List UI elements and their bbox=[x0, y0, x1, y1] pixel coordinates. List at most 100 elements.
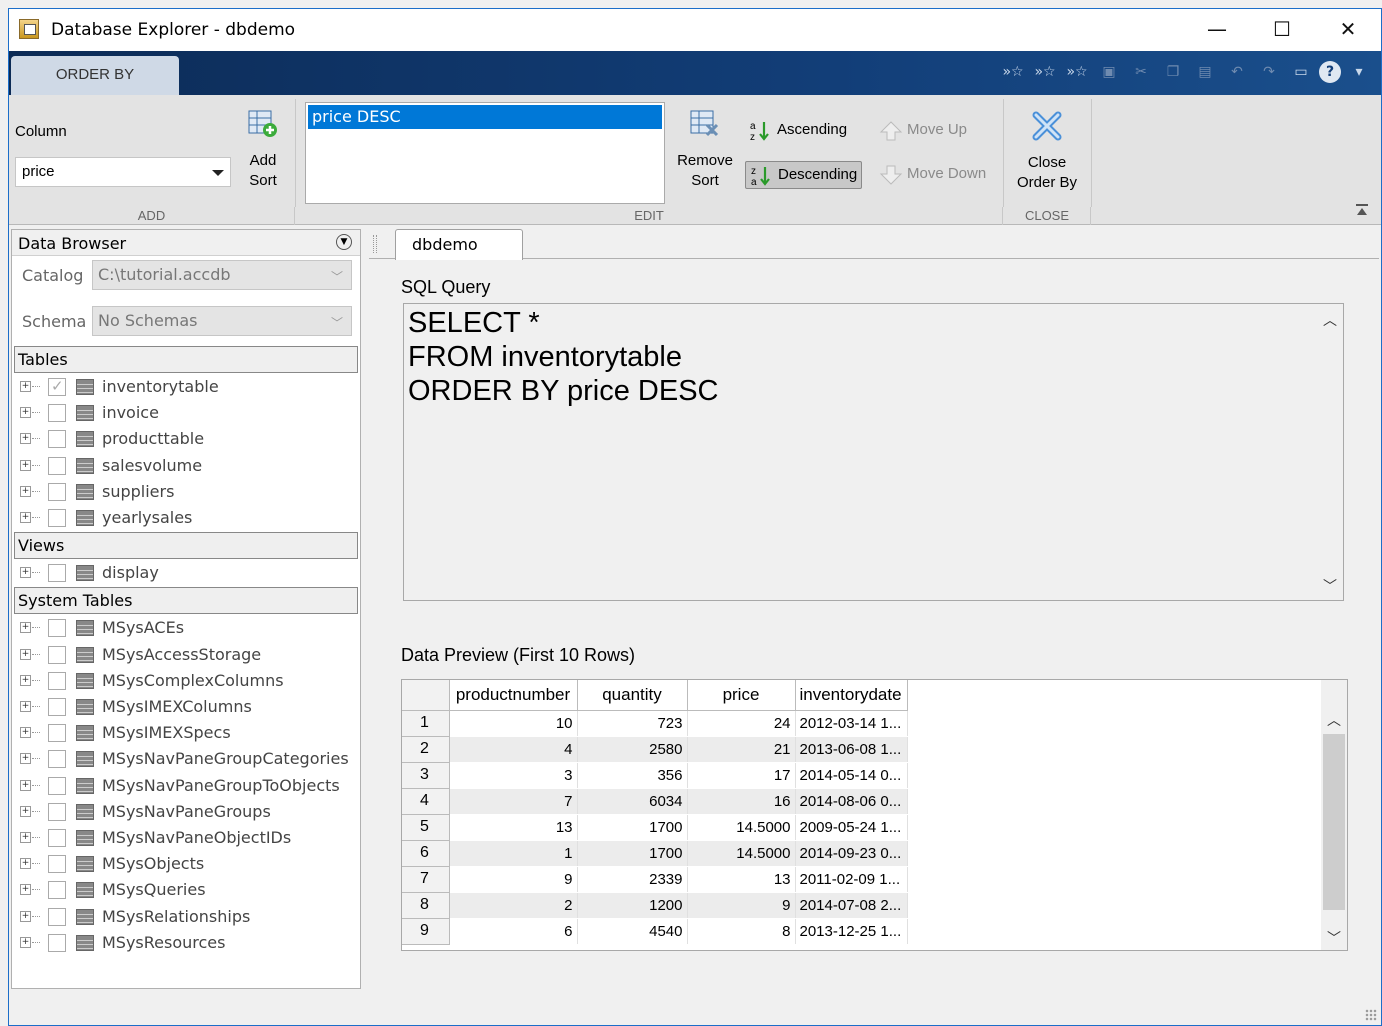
table-cell[interactable]: 356 bbox=[577, 762, 688, 789]
checkbox[interactable] bbox=[48, 430, 66, 449]
expand-plus-icon[interactable]: + bbox=[20, 701, 31, 712]
maximize-button[interactable]: ☐ bbox=[1249, 9, 1315, 51]
checkbox[interactable] bbox=[48, 377, 66, 396]
checkbox[interactable] bbox=[48, 619, 66, 638]
table-cell[interactable]: 9 bbox=[449, 866, 578, 893]
cut-icon[interactable]: ✂ bbox=[1127, 58, 1155, 86]
table-cell[interactable]: 2013-12-25 1... bbox=[795, 918, 908, 945]
table-cell[interactable]: 1200 bbox=[577, 892, 688, 919]
checkbox[interactable] bbox=[48, 671, 66, 690]
checkbox[interactable] bbox=[48, 698, 66, 716]
table-cell[interactable]: 2014-09-23 0... bbox=[795, 840, 908, 867]
tab-dbdemo[interactable]: dbdemo bbox=[395, 229, 523, 260]
table-cell[interactable]: 14.5000 bbox=[687, 840, 796, 867]
expand-plus-icon[interactable]: + bbox=[20, 567, 31, 579]
resize-grip-icon[interactable] bbox=[1365, 1009, 1377, 1021]
expand-plus-icon[interactable]: + bbox=[20, 832, 31, 843]
scroll-up-icon[interactable]: ︿ bbox=[1327, 710, 1341, 730]
table-row[interactable]: 7 9 2339 13 2011-02-09 1... bbox=[402, 866, 908, 893]
table-row[interactable]: 4 7 6034 16 2014-08-06 0... bbox=[402, 788, 908, 815]
expand-plus-icon[interactable]: + bbox=[20, 485, 31, 497]
table-cell[interactable]: 2 bbox=[449, 892, 578, 919]
table-cell[interactable]: 4 bbox=[449, 736, 578, 763]
expand-plus-icon[interactable]: + bbox=[20, 858, 31, 870]
drag-grip-icon[interactable] bbox=[373, 235, 377, 253]
tree-group-header[interactable]: System Tables bbox=[14, 587, 358, 615]
expand-plus-icon[interactable]: + bbox=[20, 407, 31, 419]
tab-order-by[interactable]: ORDER BY bbox=[11, 56, 179, 95]
checkbox[interactable] bbox=[48, 802, 66, 821]
table-cell[interactable]: 2009-05-24 1... bbox=[795, 814, 908, 841]
table-row[interactable]: 9 6 4540 8 2013-12-25 1... bbox=[402, 918, 908, 945]
checkbox[interactable] bbox=[48, 907, 66, 926]
expand-plus-icon[interactable]: + bbox=[20, 381, 31, 392]
close-window-button[interactable]: ✕ bbox=[1315, 9, 1381, 51]
table-cell[interactable]: 10 bbox=[449, 710, 578, 737]
column-header[interactable]: price bbox=[687, 680, 796, 711]
vertical-scrollbar[interactable]: ︿ ﹀ bbox=[1321, 680, 1347, 950]
sort-list[interactable]: price DESC bbox=[305, 102, 665, 204]
checkbox[interactable] bbox=[48, 564, 66, 583]
table-row[interactable]: 2 4 2580 21 2013-06-08 1... bbox=[402, 736, 908, 763]
scroll-down-icon[interactable]: ﹀ bbox=[1327, 928, 1341, 948]
table-cell[interactable]: 2014-08-06 0... bbox=[795, 788, 908, 815]
scrollbar-thumb[interactable] bbox=[1323, 734, 1345, 910]
checkbox[interactable] bbox=[48, 482, 66, 501]
checkbox[interactable] bbox=[48, 509, 66, 527]
checkbox[interactable] bbox=[48, 456, 66, 475]
tree-group-header[interactable]: Tables bbox=[14, 346, 358, 373]
column-header[interactable]: productnumber bbox=[449, 680, 578, 711]
table-cell[interactable]: 8 bbox=[687, 918, 796, 945]
sql-query-box[interactable]: SELECT * FROM inventorytable ORDER BY pr… bbox=[403, 303, 1344, 601]
table-cell[interactable]: 1700 bbox=[577, 814, 688, 841]
checkbox[interactable] bbox=[48, 855, 66, 874]
help-icon[interactable]: ? bbox=[1319, 61, 1341, 83]
expand-icon[interactable]: ▾ bbox=[1345, 58, 1373, 86]
table-cell[interactable]: 3 bbox=[449, 762, 578, 789]
tree-group-header[interactable]: Views bbox=[14, 532, 358, 560]
panel-menu-icon[interactable]: ▼ bbox=[336, 234, 352, 250]
checkbox[interactable] bbox=[48, 829, 66, 847]
column-header[interactable]: quantity bbox=[577, 680, 688, 711]
table-cell[interactable]: 21 bbox=[687, 736, 796, 763]
checkbox[interactable] bbox=[48, 750, 66, 769]
table-cell[interactable]: 2580 bbox=[577, 736, 688, 763]
checkbox[interactable] bbox=[48, 881, 66, 900]
table-cell[interactable]: 14.5000 bbox=[687, 814, 796, 841]
minimize-button[interactable]: — bbox=[1184, 9, 1250, 51]
table-cell[interactable]: 2013-06-08 1... bbox=[795, 736, 908, 763]
expand-plus-icon[interactable]: + bbox=[20, 674, 31, 686]
table-cell[interactable]: 7 bbox=[449, 788, 578, 815]
table-cell[interactable]: 1 bbox=[449, 840, 578, 867]
table-cell[interactable]: 4540 bbox=[577, 918, 688, 945]
table-cell[interactable]: 17 bbox=[687, 762, 796, 789]
expand-plus-icon[interactable]: + bbox=[20, 753, 31, 765]
table-cell[interactable]: 16 bbox=[687, 788, 796, 815]
table-cell[interactable]: 9 bbox=[687, 892, 796, 919]
copy-icon[interactable]: ❐ bbox=[1159, 58, 1187, 86]
table-cell[interactable]: 1700 bbox=[577, 840, 688, 867]
table-row[interactable]: 3 3 356 17 2014-05-14 0... bbox=[402, 762, 908, 789]
table-row[interactable]: 6 1 1700 14.5000 2014-09-23 0... bbox=[402, 840, 908, 867]
table-cell[interactable]: 2012-03-14 1... bbox=[795, 710, 908, 737]
table-cell[interactable]: 2014-05-14 0... bbox=[795, 762, 908, 789]
expand-plus-icon[interactable]: + bbox=[20, 727, 31, 739]
expand-plus-icon[interactable]: + bbox=[20, 805, 31, 817]
ascending-button[interactable]: a z Ascending bbox=[745, 117, 851, 145]
table-cell[interactable]: 2011-02-09 1... bbox=[795, 866, 908, 893]
checkbox[interactable] bbox=[48, 645, 66, 664]
table-cell[interactable]: 13 bbox=[449, 814, 578, 841]
data-preview-table[interactable]: productnumber quantity price inventoryda… bbox=[401, 679, 1348, 951]
expand-plus-icon[interactable]: + bbox=[20, 622, 31, 634]
column-header[interactable]: inventorydate bbox=[795, 680, 908, 711]
table-cell[interactable]: 2339 bbox=[577, 866, 688, 893]
move-up-button[interactable]: Move Up bbox=[875, 117, 971, 145]
close-order-by-button[interactable]: Close Order By bbox=[1009, 109, 1085, 193]
sort-list-item[interactable]: price DESC bbox=[308, 105, 662, 129]
table-cell[interactable]: 6 bbox=[449, 918, 578, 945]
run-selected-icon[interactable]: »☆ bbox=[999, 58, 1027, 86]
table-cell[interactable]: 723 bbox=[577, 710, 688, 737]
expand-plus-icon[interactable]: + bbox=[20, 779, 31, 791]
save-icon[interactable]: ▣ bbox=[1095, 58, 1123, 86]
remove-sort-button[interactable]: Remove Sort bbox=[673, 109, 737, 191]
